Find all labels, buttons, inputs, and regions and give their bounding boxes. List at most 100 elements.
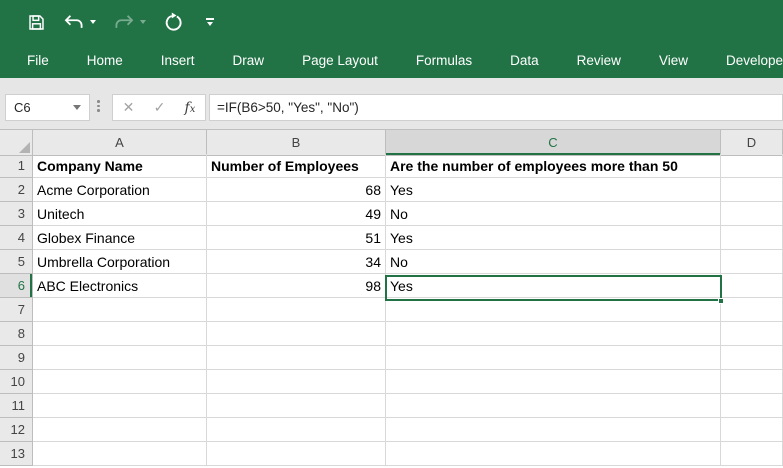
cell-C6[interactable]: Yes <box>386 274 721 298</box>
cell-B4[interactable]: 51 <box>207 226 386 250</box>
save-button[interactable] <box>27 13 46 32</box>
cell-D2[interactable] <box>721 178 783 202</box>
cell-A9[interactable] <box>33 346 207 370</box>
cell-B11[interactable] <box>207 394 386 418</box>
ribbon: FileHomeInsertDrawPage LayoutFormulasDat… <box>0 0 783 78</box>
cell-D13[interactable] <box>721 442 783 466</box>
row-header-13[interactable]: 13 <box>0 442 33 466</box>
cell-D8[interactable] <box>721 322 783 346</box>
row-header-10[interactable]: 10 <box>0 370 33 394</box>
cell-B2[interactable]: 68 <box>207 178 386 202</box>
cell-B1[interactable]: Number of Employees <box>207 154 386 178</box>
cell-C9[interactable] <box>386 346 721 370</box>
undo-dropdown-icon[interactable] <box>90 20 96 24</box>
tab-file[interactable]: File <box>8 44 68 78</box>
cell-A11[interactable] <box>33 394 207 418</box>
cell-D6[interactable] <box>721 274 783 298</box>
cell-A10[interactable] <box>33 370 207 394</box>
row-header-1[interactable]: 1 <box>0 154 33 178</box>
cell-A1[interactable]: Company Name <box>33 154 207 178</box>
tab-draw[interactable]: Draw <box>214 44 284 78</box>
cell-D12[interactable] <box>721 418 783 442</box>
cell-A8[interactable] <box>33 322 207 346</box>
cell-A5[interactable]: Umbrella Corporation <box>33 250 207 274</box>
cell-A6[interactable]: ABC Electronics <box>33 274 207 298</box>
cell-C11[interactable] <box>386 394 721 418</box>
column-header-A[interactable]: A <box>33 130 207 156</box>
row-header-4[interactable]: 4 <box>0 226 33 250</box>
cell-D4[interactable] <box>721 226 783 250</box>
cell-B5[interactable]: 34 <box>207 250 386 274</box>
cell-A3[interactable]: Unitech <box>33 202 207 226</box>
row-header-6[interactable]: 6 <box>0 274 33 298</box>
cell-B8[interactable] <box>207 322 386 346</box>
cell-C2[interactable]: Yes <box>386 178 721 202</box>
tab-data[interactable]: Data <box>491 44 558 78</box>
repeat-button[interactable] <box>163 12 183 32</box>
cell-D1[interactable] <box>721 154 783 178</box>
cell-D5[interactable] <box>721 250 783 274</box>
select-all-triangle-icon <box>19 142 30 153</box>
customize-quick-access-toolbar-button[interactable] <box>206 18 214 26</box>
cell-C12[interactable] <box>386 418 721 442</box>
insert-function-icon[interactable]: fx <box>185 100 196 116</box>
tab-insert[interactable]: Insert <box>142 44 214 78</box>
formula-bar-input[interactable]: =IF(B6>50, "Yes", "No") <box>209 94 783 121</box>
cell-B10[interactable] <box>207 370 386 394</box>
cell-C5[interactable]: No <box>386 250 721 274</box>
select-all-corner[interactable] <box>0 130 33 156</box>
cell-C1[interactable]: Are the number of employees more than 50 <box>386 154 721 178</box>
cell-C7[interactable] <box>386 298 721 322</box>
cell-B6[interactable]: 98 <box>207 274 386 298</box>
row-header-12[interactable]: 12 <box>0 418 33 442</box>
cell-C3[interactable]: No <box>386 202 721 226</box>
formula-bar-resize-handle[interactable] <box>97 100 100 112</box>
cell-B12[interactable] <box>207 418 386 442</box>
cell-C8[interactable] <box>386 322 721 346</box>
row-header-11[interactable]: 11 <box>0 394 33 418</box>
cell-D10[interactable] <box>721 370 783 394</box>
cell-B9[interactable] <box>207 346 386 370</box>
redo-icon <box>113 14 135 31</box>
tab-view[interactable]: View <box>640 44 707 78</box>
cell-D9[interactable] <box>721 346 783 370</box>
cell-B7[interactable] <box>207 298 386 322</box>
row-header-5[interactable]: 5 <box>0 250 33 274</box>
column-header-C[interactable]: C <box>386 130 721 156</box>
tab-formulas[interactable]: Formulas <box>397 44 491 78</box>
cell-B3[interactable]: 49 <box>207 202 386 226</box>
enter-icon[interactable]: ✓ <box>154 99 166 116</box>
tab-page-layout[interactable]: Page Layout <box>283 44 397 78</box>
cell-B13[interactable] <box>207 442 386 466</box>
cancel-icon[interactable]: ✕ <box>123 99 135 116</box>
row-header-9[interactable]: 9 <box>0 346 33 370</box>
row-header-2[interactable]: 2 <box>0 178 33 202</box>
row-header-3[interactable]: 3 <box>0 202 33 226</box>
tab-developer[interactable]: Developer <box>707 44 783 78</box>
name-box-dropdown-icon[interactable] <box>73 105 81 110</box>
column-header-B[interactable]: B <box>207 130 386 156</box>
undo-button[interactable] <box>63 14 96 31</box>
undo-icon <box>63 14 85 31</box>
tab-review[interactable]: Review <box>558 44 640 78</box>
fill-handle[interactable] <box>718 298 724 304</box>
redo-dropdown-icon[interactable] <box>140 20 146 24</box>
row-header-8[interactable]: 8 <box>0 322 33 346</box>
cell-D3[interactable] <box>721 202 783 226</box>
cell-A7[interactable] <box>33 298 207 322</box>
row-header-7[interactable]: 7 <box>0 298 33 322</box>
cell-A2[interactable]: Acme Corporation <box>33 178 207 202</box>
column-header-D[interactable]: D <box>721 130 783 156</box>
redo-button[interactable] <box>113 14 146 31</box>
repeat-icon <box>163 12 183 32</box>
cell-A12[interactable] <box>33 418 207 442</box>
cell-C10[interactable] <box>386 370 721 394</box>
name-box[interactable]: C6 <box>5 94 90 121</box>
cell-D7[interactable] <box>721 298 783 322</box>
tab-home[interactable]: Home <box>68 44 142 78</box>
cell-C4[interactable]: Yes <box>386 226 721 250</box>
cell-D11[interactable] <box>721 394 783 418</box>
cell-A13[interactable] <box>33 442 207 466</box>
cell-A4[interactable]: Globex Finance <box>33 226 207 250</box>
cell-C13[interactable] <box>386 442 721 466</box>
